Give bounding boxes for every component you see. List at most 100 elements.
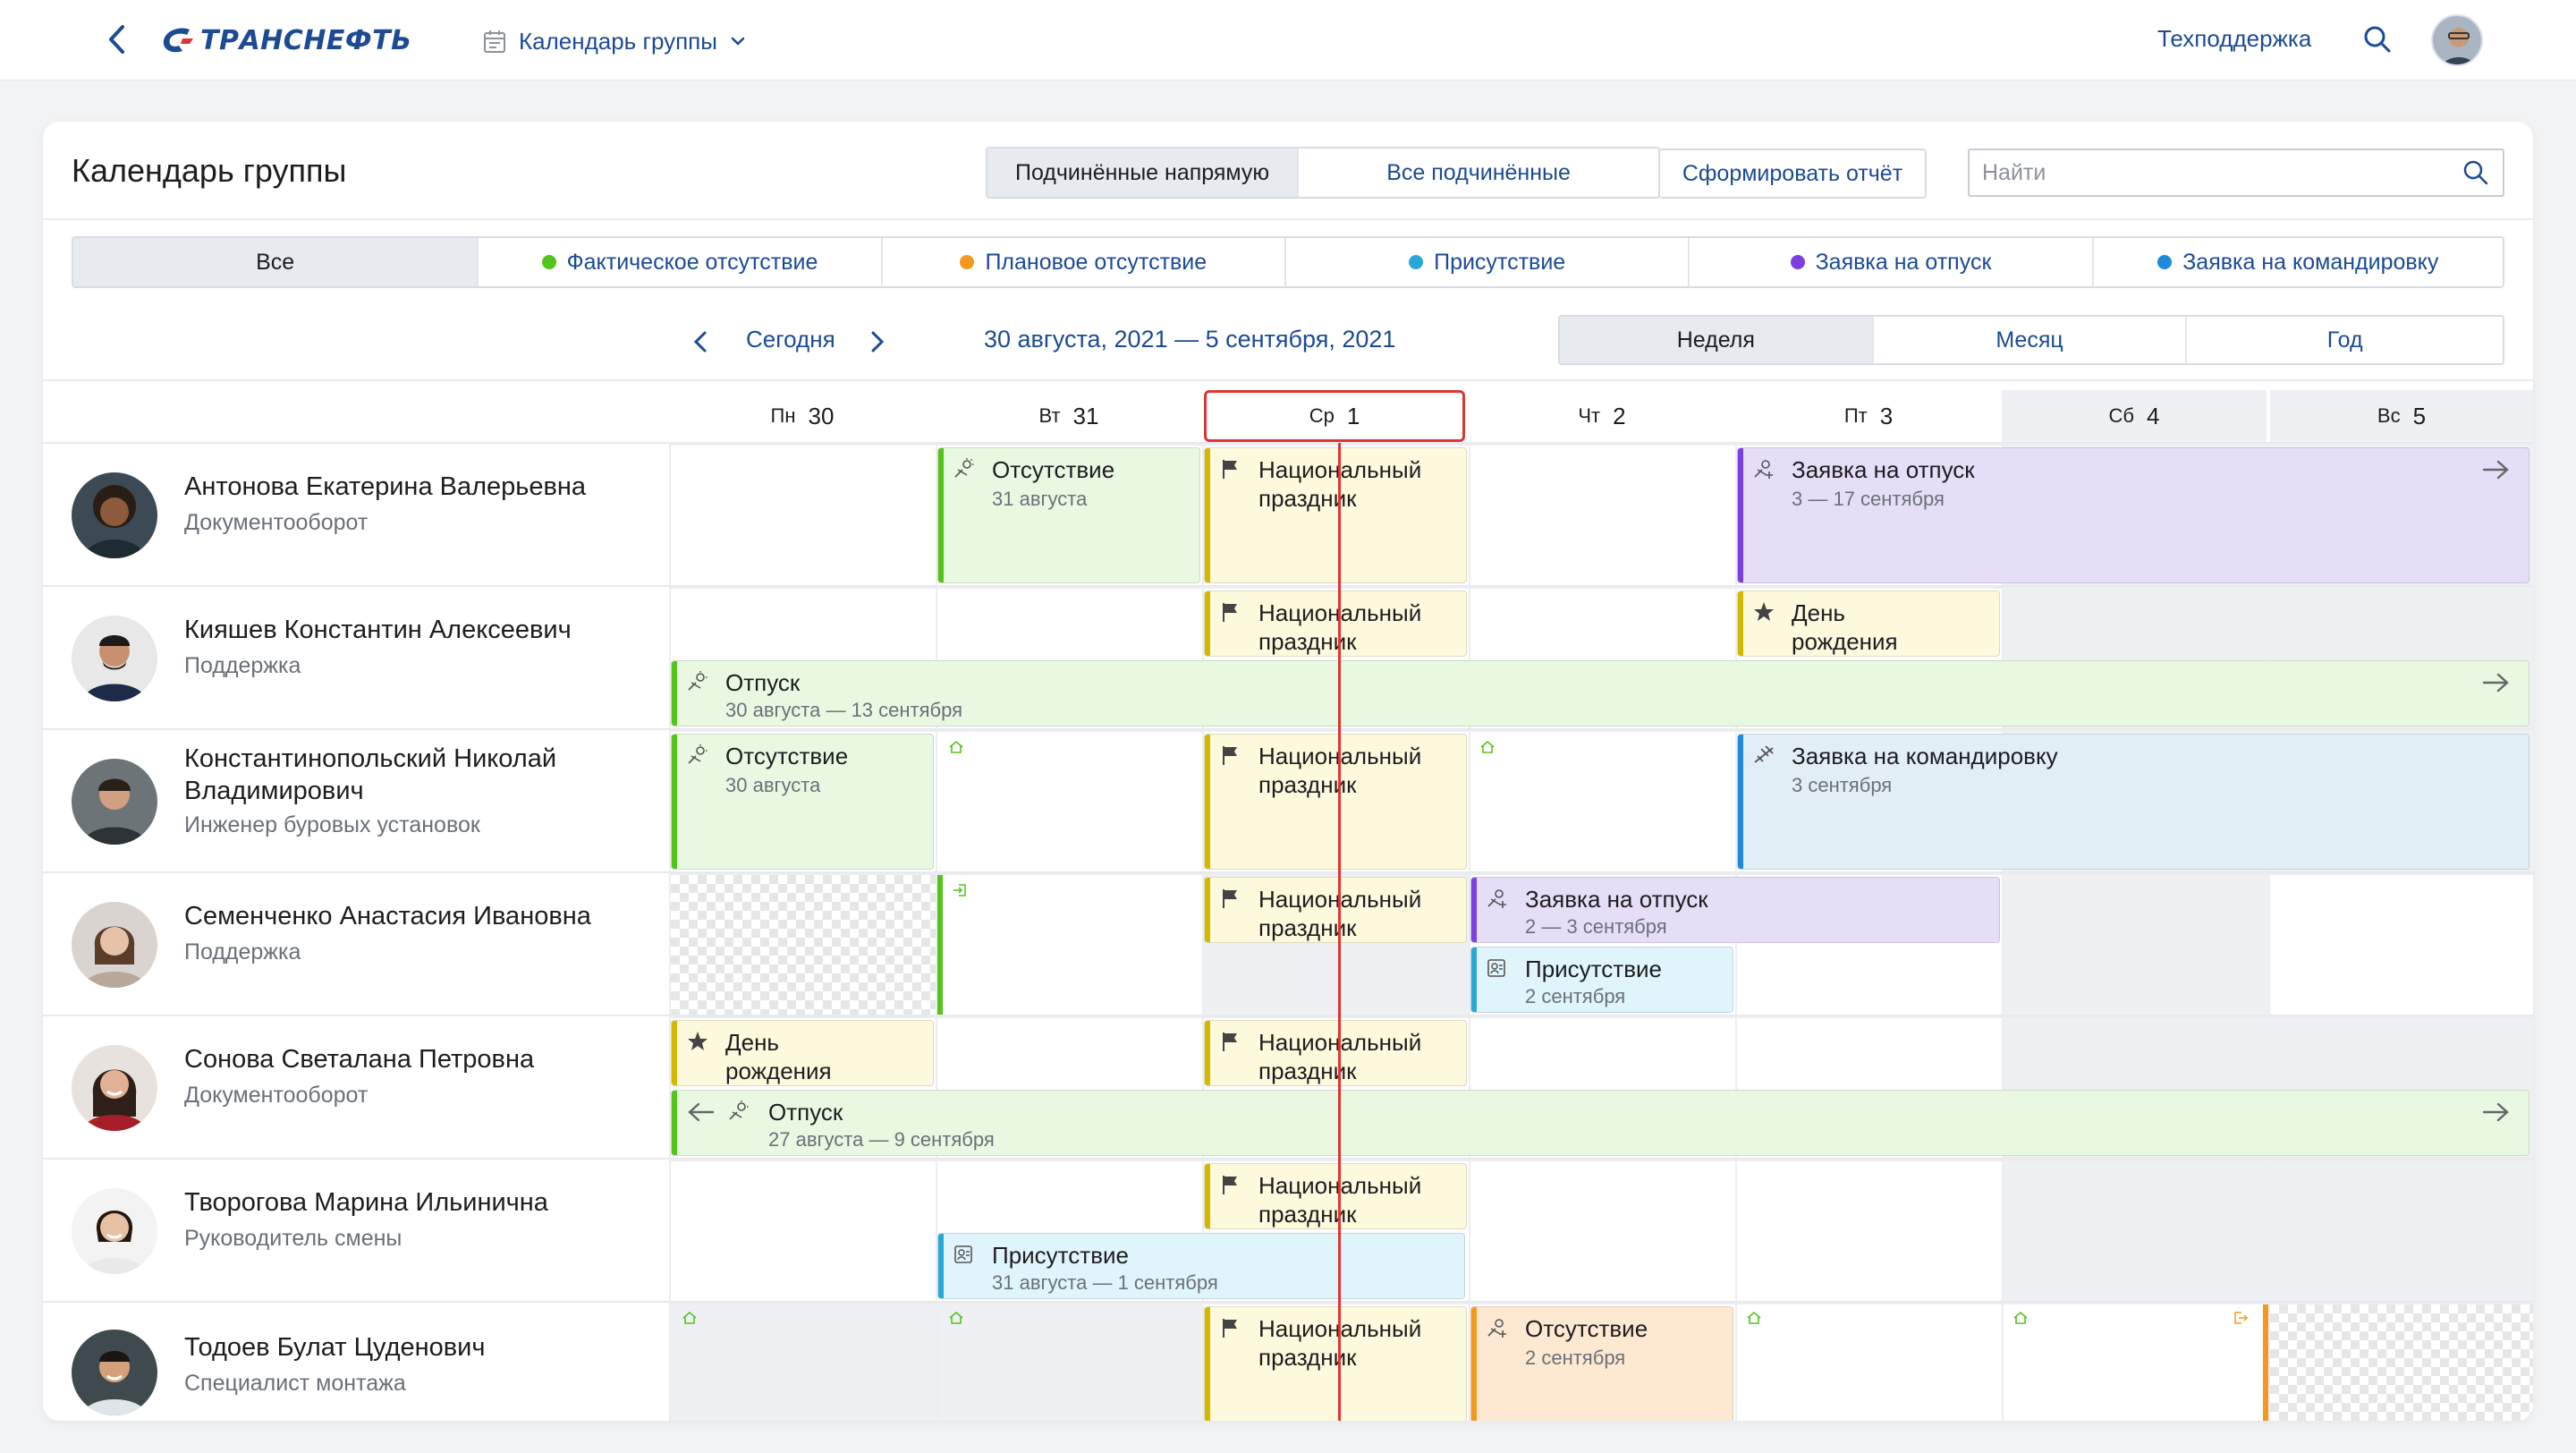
event-presence[interactable]: Присутствие 2 сентября (1470, 947, 1733, 1013)
view-year[interactable]: Год (2187, 317, 2503, 363)
next-week-button[interactable] (864, 324, 891, 360)
back-button[interactable] (98, 20, 134, 59)
scope-all[interactable]: Все подчинённые (1299, 149, 1658, 197)
event-trip-request[interactable]: Заявка на командировку 3 сентября (1737, 734, 2529, 870)
employee-row[interactable]: Семенченко Анастасия Ивановна Поддержка (43, 873, 669, 1016)
flag-icon (1223, 889, 1237, 908)
grid-cell[interactable] (669, 1303, 936, 1421)
event-absence[interactable]: Отсутствие 30 августа (671, 734, 934, 870)
event-holiday[interactable]: Национальный праздник (1204, 734, 1467, 870)
grid-cell[interactable] (2268, 873, 2533, 1016)
event-birthday[interactable]: День рождения (1737, 591, 2000, 657)
chevron-left-icon (109, 25, 124, 54)
avatar (72, 902, 157, 988)
arrow-right-icon[interactable] (2480, 457, 2512, 482)
plane-icon (1754, 745, 1774, 763)
filter-presence[interactable]: Присутствие (1285, 238, 1690, 286)
search-box (1968, 149, 2504, 197)
login-icon (953, 884, 966, 896)
presence-strip (937, 875, 943, 1015)
grid-cell[interactable] (936, 873, 1202, 1016)
grid-cell[interactable] (2002, 1303, 2268, 1421)
arrow-right-icon[interactable] (2480, 670, 2512, 695)
scope-direct[interactable]: Подчинённые напрямую (987, 149, 1300, 197)
flag-icon (1223, 1319, 1237, 1338)
user-avatar[interactable] (2431, 14, 2483, 66)
generate-report-button[interactable]: Сформировать отчёт (1658, 149, 1927, 199)
date-range: 30 августа, 2021 — 5 сентября, 2021 (984, 326, 1396, 353)
top-bar: ТРАНСНЕФТЬ Календарь группы Техподдержка (0, 0, 2576, 81)
view-week[interactable]: Неделя (1560, 317, 1874, 363)
app-title: Календарь группы (519, 27, 717, 55)
grid-cell[interactable] (2002, 1160, 2268, 1303)
calendar-icon (484, 30, 505, 53)
prev-week-button[interactable] (687, 324, 714, 360)
grid-cell[interactable] (1469, 1160, 1735, 1303)
arrow-right-icon[interactable] (2480, 1100, 2512, 1125)
sun-bed-icon (688, 671, 708, 691)
grid-cell[interactable] (2268, 1160, 2533, 1303)
divider (43, 379, 2533, 381)
view-month[interactable]: Месяц (1873, 317, 2188, 363)
home-icon (682, 1311, 697, 1324)
event-holiday[interactable]: Национальный праздник (1204, 447, 1467, 583)
filter-planned-absence[interactable]: Плановое отсутствие (882, 238, 1286, 286)
employee-row[interactable]: Тодоев Булат Цуденович Специалист монтаж… (43, 1303, 669, 1421)
search-input[interactable] (1982, 159, 2462, 186)
app-switcher[interactable]: Календарь группы (483, 23, 746, 59)
event-absence[interactable]: Отсутствие 31 августа (937, 447, 1200, 583)
grid-cell[interactable] (936, 1303, 1202, 1421)
divider (43, 218, 2533, 220)
search-button[interactable] (2361, 23, 2394, 55)
badge-icon (954, 1245, 972, 1263)
support-link[interactable]: Техподдержка (2157, 25, 2311, 53)
grid-cell[interactable] (2002, 873, 2268, 1016)
today-button[interactable]: Сегодня (746, 326, 835, 353)
employee-row[interactable]: Кияшев Константин Алексеевич Поддержка (43, 587, 669, 730)
event-presence[interactable]: Присутствие 31 августа — 1 сентября (937, 1233, 1465, 1299)
absence-strip (2263, 1304, 2268, 1421)
chevron-right-icon (871, 331, 885, 353)
event-holiday[interactable]: Национальный праздник (1204, 1163, 1467, 1229)
event-vacation[interactable]: Отпуск 30 августа — 13 сентября (671, 660, 2529, 726)
grid-cell[interactable] (936, 730, 1202, 873)
filter-all[interactable]: Все (73, 238, 479, 286)
employee-department: Инженер буровых установок (184, 812, 480, 837)
grid-cell[interactable] (669, 1160, 936, 1303)
sun-bed-icon (954, 458, 974, 478)
event-birthday[interactable]: День рождения (671, 1020, 934, 1086)
grid-cell-unavailable[interactable] (669, 873, 936, 1016)
filter-actual-absence[interactable]: Фактическое отсутствие (479, 238, 883, 286)
avatar (72, 1330, 157, 1415)
filter-vacation-request[interactable]: Заявка на отпуск (1690, 238, 2094, 286)
page-title: Календарь группы (72, 152, 347, 189)
arrow-left-icon[interactable] (684, 1100, 716, 1125)
event-holiday[interactable]: Национальный праздник (1204, 1020, 1467, 1086)
employee-department: Документооборот (184, 1083, 369, 1108)
employee-name: Антонова Екатерина Валерьевна (184, 472, 587, 501)
filter-trip-request[interactable]: Заявка на командировку (2093, 238, 2503, 286)
employee-name: Семенченко Анастасия Ивановна (184, 902, 591, 930)
event-absence[interactable]: Отсутствие 2 сентября (1470, 1306, 1733, 1421)
employee-row[interactable]: Сонова Светалана Петровна Документооборо… (43, 1016, 669, 1160)
grid-cell[interactable] (1469, 730, 1735, 873)
employee-row[interactable]: Константинопольский Николай Владимирович… (43, 730, 669, 873)
employee-row[interactable]: Антонова Екатерина Валерьевна Документоо… (43, 444, 669, 587)
grid-cell-unavailable[interactable] (2268, 1303, 2533, 1421)
employee-row[interactable]: Творогова Марина Ильинична Руководитель … (43, 1160, 669, 1303)
event-holiday[interactable]: Национальный праздник (1204, 591, 1467, 657)
grid-cell[interactable] (1735, 1303, 2002, 1421)
event-vacation[interactable]: Отпуск 27 августа — 9 сентября (671, 1090, 2529, 1156)
grid-cell[interactable] (669, 444, 936, 587)
grid-cell[interactable] (1469, 444, 1735, 587)
search-icon[interactable] (2462, 158, 2490, 187)
event-holiday[interactable]: Национальный праздник (1204, 1306, 1467, 1421)
logo-text: ТРАНСНЕФТЬ (200, 24, 412, 56)
home-icon (2013, 1311, 2028, 1324)
sun-bed-icon (729, 1100, 749, 1120)
grid-cell[interactable] (1735, 1160, 2002, 1303)
event-vacation-request[interactable]: Заявка на отпуск 2 — 3 сентября (1470, 877, 2000, 943)
event-holiday[interactable]: Национальный праздник (1204, 877, 1467, 943)
avatar (72, 1045, 157, 1131)
event-vacation-request[interactable]: Заявка на отпуск 3 — 17 сентября (1737, 447, 2529, 583)
